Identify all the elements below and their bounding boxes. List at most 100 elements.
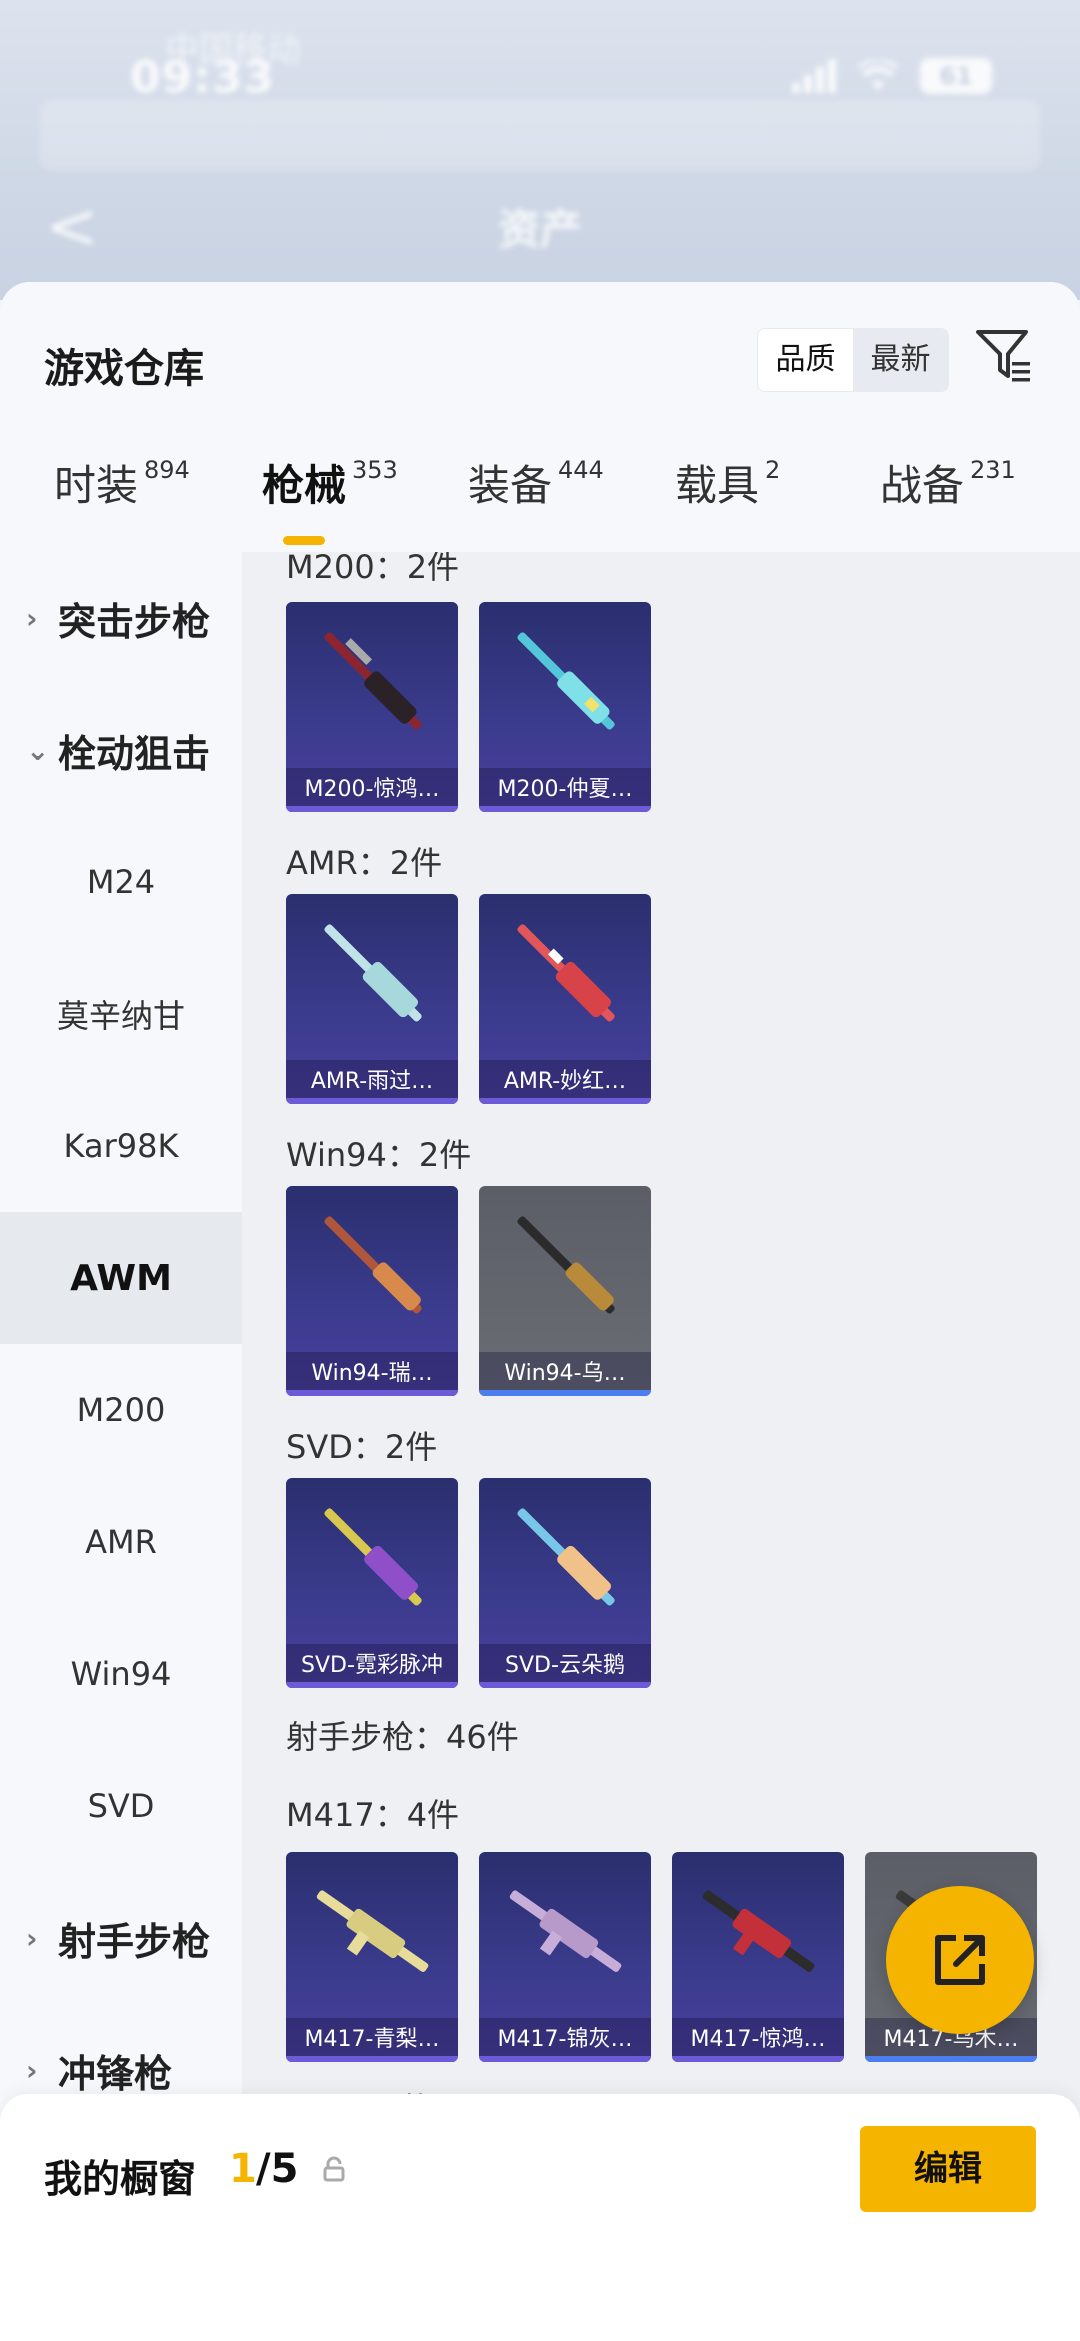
- rifle-icon: [316, 1890, 429, 1972]
- category-tabs: 时装 894 枪械 353 装备 444 载具 2 战备 231: [0, 452, 1080, 552]
- rarity-edge: [479, 1682, 651, 1688]
- chevron-right-icon: ›: [26, 2053, 38, 2087]
- weapon-card[interactable]: M417-锦灰…: [479, 1852, 651, 2062]
- sidebar-group-marksman[interactable]: › 射手步枪: [0, 1872, 242, 2004]
- tab-guns[interactable]: 枪械 353: [262, 452, 398, 542]
- sidebar-item-kar98k[interactable]: Kar98K: [0, 1080, 242, 1212]
- rarity-edge: [286, 806, 458, 812]
- tab-vehicles[interactable]: 载具 2: [675, 452, 780, 542]
- sidebar-item-mosin[interactable]: 莫辛纳甘: [0, 948, 242, 1080]
- showcase-current-count: 1: [229, 2146, 257, 2192]
- rifle-icon: [324, 1216, 422, 1314]
- sheet-header: 游戏仓库 品质 最新 时装 894 枪械 353 装备 444 载具 2 战备 …: [0, 282, 1080, 552]
- section-label-svd: SVD：2件: [286, 1428, 438, 1466]
- filter-icon[interactable]: [974, 326, 1034, 386]
- rifle-icon: [517, 1216, 615, 1314]
- tab-combat-gear[interactable]: 战备 231: [880, 452, 1016, 542]
- rifle-icon: [702, 1890, 815, 1972]
- rarity-edge: [479, 2056, 651, 2062]
- showcase-total-count: /5: [256, 2146, 299, 2192]
- rifle-icon: [324, 632, 422, 730]
- battery-icon: 61: [920, 58, 992, 94]
- rarity-edge: [479, 806, 651, 812]
- page-title: 游戏仓库: [44, 346, 204, 392]
- sidebar-group-bolt-action[interactable]: ⌄ 栓动狙击: [0, 684, 242, 816]
- sort-quality-button[interactable]: 品质: [758, 329, 853, 391]
- chevron-right-icon: ›: [26, 601, 38, 635]
- rifle-icon: [517, 1508, 615, 1606]
- showcase-label: 我的橱窗: [44, 2157, 197, 2201]
- sidebar-group-label: 冲锋枪: [58, 2051, 173, 2096]
- weapon-card[interactable]: AMR-雨过…: [286, 894, 458, 1104]
- tab-label: 战备: [880, 461, 965, 510]
- edit-button[interactable]: 编辑: [860, 2126, 1036, 2212]
- rarity-edge: [286, 2056, 458, 2062]
- rarity-edge: [286, 1390, 458, 1396]
- weapon-card[interactable]: AMR-妙红…: [479, 894, 651, 1104]
- background-header: 中国移动 09:33 61 < 资产: [0, 0, 1080, 300]
- tab-equipment[interactable]: 装备 444: [468, 452, 604, 542]
- sidebar-item-amr[interactable]: AMR: [0, 1476, 242, 1608]
- rarity-edge: [865, 2056, 1037, 2062]
- weapon-grid: M200：2件 M200-惊鸿… M200-仲夏… AMR：2件 AMR-雨过……: [242, 552, 1080, 2112]
- sidebar-group-label: 突击步枪: [58, 599, 211, 644]
- chevron-right-icon: ›: [26, 1921, 38, 1955]
- sidebar-group-label: 射手步枪: [58, 1919, 211, 1964]
- section-label-amr: AMR：2件: [286, 844, 443, 882]
- weapon-card[interactable]: M417-惊鸿…: [672, 1852, 844, 2062]
- section-label-win94: Win94：2件: [286, 1136, 472, 1174]
- sidebar-group-label: 栓动狙击: [58, 731, 211, 776]
- weapon-card[interactable]: SVD-云朵鹅: [479, 1478, 651, 1688]
- tab-fashion[interactable]: 时装 894: [54, 452, 190, 542]
- rarity-edge: [286, 1682, 458, 1688]
- sort-toggle: 品质 最新: [757, 328, 949, 392]
- section-label-marksman: 射手步枪：46件: [286, 1718, 519, 1756]
- tab-label: 装备: [468, 461, 553, 510]
- rifle-icon: [517, 632, 615, 730]
- chevron-down-icon: ⌄: [26, 733, 50, 767]
- wifi-icon: [858, 60, 898, 90]
- rarity-edge: [286, 1098, 458, 1104]
- rifle-icon: [324, 924, 422, 1022]
- rarity-edge: [479, 1098, 651, 1104]
- weapon-card[interactable]: M417-青梨…: [286, 1852, 458, 2062]
- rifle-icon: [509, 1890, 622, 1972]
- tab-label: 时装: [54, 461, 139, 510]
- rarity-edge: [672, 2056, 844, 2062]
- status-time: 09:33: [130, 52, 276, 103]
- nav-title: 资产: [497, 205, 582, 254]
- status-icons: 61: [792, 58, 992, 94]
- section-label-m417: M417：4件: [286, 1796, 460, 1834]
- rifle-icon: [324, 1508, 422, 1606]
- lock-icon: [323, 2156, 345, 2182]
- sidebar-item-win94[interactable]: Win94: [0, 1608, 242, 1740]
- rarity-edge: [479, 1390, 651, 1396]
- background-bar: [40, 100, 1040, 170]
- active-tab-indicator: [283, 536, 325, 545]
- sidebar-item-svd[interactable]: SVD: [0, 1740, 242, 1872]
- weapon-card[interactable]: SVD-霓彩脉冲: [286, 1478, 458, 1688]
- weapon-card[interactable]: Win94-乌…: [479, 1186, 651, 1396]
- tab-count: 894: [144, 456, 190, 484]
- tab-count: 2: [765, 456, 781, 484]
- weapon-card[interactable]: M200-惊鸿…: [286, 602, 458, 812]
- tab-count: 231: [970, 456, 1016, 484]
- warehouse-sheet: 游戏仓库 品质 最新 时装 894 枪械 353 装备 444 载具 2 战备 …: [0, 282, 1080, 2341]
- rifle-icon: [517, 924, 615, 1022]
- sidebar-item-m24[interactable]: M24: [0, 816, 242, 948]
- signal-icon: [792, 59, 836, 93]
- tab-count: 444: [558, 456, 604, 484]
- share-button[interactable]: [886, 1886, 1034, 2034]
- section-label-m200: M200：2件: [286, 552, 460, 586]
- weapon-card[interactable]: M200-仲夏…: [479, 602, 651, 812]
- weapon-card[interactable]: Win94-瑞…: [286, 1186, 458, 1396]
- sort-latest-button[interactable]: 最新: [853, 329, 948, 391]
- weapon-category-sidebar: › 突击步枪 ⌄ 栓动狙击 M24 莫辛纳甘 Kar98K AWM M200 A…: [0, 552, 242, 2152]
- sidebar-item-awm[interactable]: AWM: [0, 1212, 242, 1344]
- tab-label: 枪械: [262, 461, 347, 510]
- sidebar-group-assault[interactable]: › 突击步枪: [0, 552, 242, 684]
- sidebar-item-m200[interactable]: M200: [0, 1344, 242, 1476]
- tab-label: 载具: [675, 461, 760, 510]
- showcase-bar: 我的橱窗 1 /5 编辑: [0, 2094, 1080, 2341]
- tab-count: 353: [352, 456, 398, 484]
